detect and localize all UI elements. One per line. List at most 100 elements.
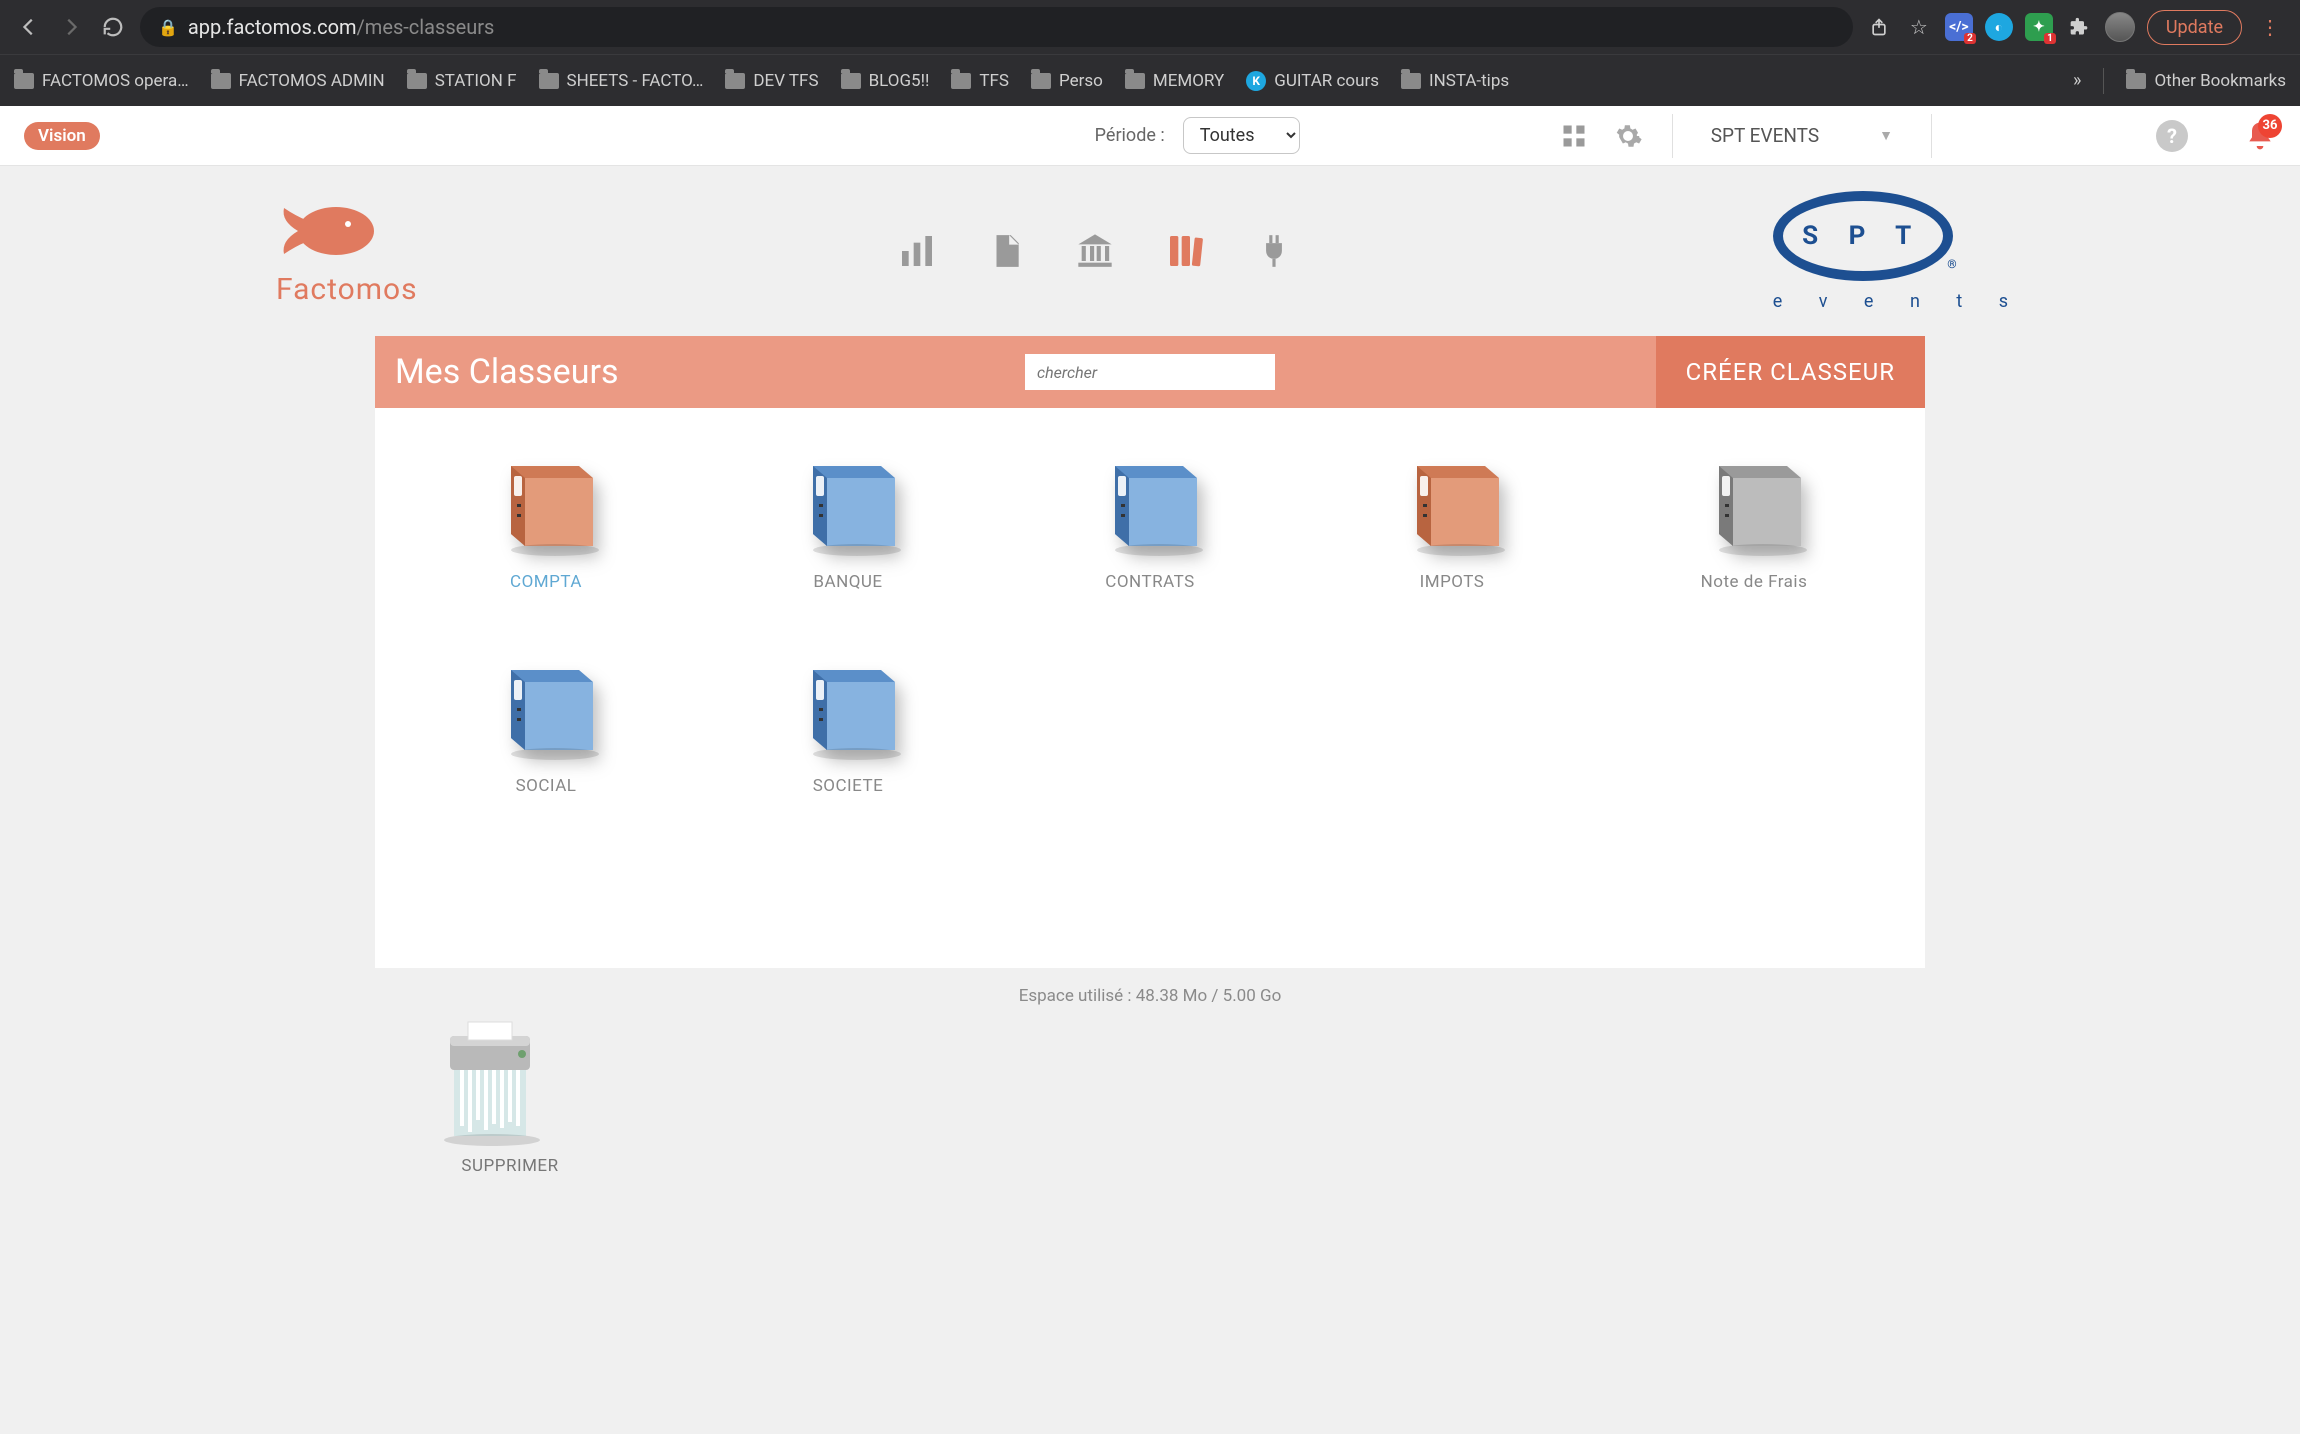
binder-label: SOCIAL — [516, 776, 577, 796]
other-bookmarks-label: Other Bookmarks — [2154, 71, 2286, 91]
lock-icon: 🔒 — [158, 18, 178, 37]
periode-label: Période : — [1095, 125, 1165, 146]
folder-icon — [1401, 73, 1421, 89]
trash-button[interactable]: SUPPRIMER — [430, 1016, 590, 1176]
folder-icon — [2126, 73, 2146, 89]
bookmark-label: INSTA-tips — [1429, 71, 1509, 91]
storage-usage: Espace utilisé : 48.38 Mo / 5.00 Go — [375, 986, 1925, 1006]
folder-icon — [14, 73, 34, 89]
binder-item[interactable]: COMPTA — [415, 448, 677, 592]
back-button[interactable] — [14, 12, 44, 42]
binder-label: IMPOTS — [1420, 572, 1485, 592]
nav-document-icon[interactable] — [987, 232, 1025, 270]
nav-bank-icon[interactable] — [1075, 231, 1115, 271]
account-name: SPT EVENTS — [1711, 124, 1819, 147]
binder-label: SOCIETE — [813, 776, 884, 796]
url-host: app.factomos.com — [188, 15, 357, 39]
extension-icon[interactable]: </>2 — [1945, 13, 1973, 41]
module: Mes Classeurs CRÉER CLASSEUR COMPTA BANQ… — [375, 336, 1925, 1176]
binder-item[interactable]: SOCIETE — [717, 652, 979, 796]
bookmark-label: FACTOMOS ADMIN — [239, 71, 385, 91]
bookmark-item[interactable]: K GUITAR cours — [1246, 71, 1379, 91]
client-logo[interactable]: S P T® e v e n t s — [1773, 191, 2024, 312]
bookmark-item[interactable]: STATION F — [407, 71, 517, 91]
nav-stats-icon[interactable] — [897, 231, 937, 271]
folder-icon — [951, 73, 971, 89]
module-body: COMPTA BANQUE CONTRATS IMPOTS Note de Fr… — [375, 408, 1925, 968]
binder-item[interactable]: SOCIAL — [415, 652, 677, 796]
bookmark-item[interactable]: BLOG5!! — [841, 71, 930, 91]
binder-item[interactable]: BANQUE — [717, 448, 979, 592]
folder-icon — [841, 73, 861, 89]
browser-chrome: 🔒 app.factomos.com/mes-classeurs ☆ </>2 … — [0, 0, 2300, 106]
gear-icon[interactable] — [1610, 118, 1646, 154]
binder-item[interactable]: CONTRATS — [1019, 448, 1281, 592]
periode-select[interactable]: Toutes — [1183, 117, 1300, 154]
folder-icon — [407, 73, 427, 89]
factomos-wordmark: Factomos — [276, 272, 418, 307]
bookmark-label: TFS — [979, 71, 1009, 91]
bookmark-item[interactable]: DEV TFS — [725, 71, 818, 91]
nav-binders-icon[interactable] — [1165, 231, 1205, 271]
search-input[interactable] — [1025, 354, 1275, 390]
folder-icon — [211, 73, 231, 89]
notification-badge: 36 — [2258, 114, 2282, 138]
bookmark-label: BLOG5!! — [869, 71, 930, 91]
bookmark-label: FACTOMOS opera… — [42, 71, 189, 91]
bookmarks-overflow[interactable]: » — [2073, 70, 2081, 91]
bookmark-label: DEV TFS — [753, 71, 818, 91]
extension-icon[interactable]: ◐ — [1985, 13, 2013, 41]
bookmark-item[interactable]: INSTA-tips — [1401, 71, 1509, 91]
factomos-logo[interactable]: Factomos — [276, 196, 418, 307]
vision-pill[interactable]: Vision — [24, 122, 100, 150]
app-topbar: Vision Période : Toutes SPT EVENTS ▼ ? 3… — [0, 106, 2300, 166]
profile-avatar[interactable] — [2105, 12, 2135, 42]
folder-icon — [725, 73, 745, 89]
binder-label: CONTRATS — [1105, 572, 1194, 592]
bookmark-label: STATION F — [435, 71, 517, 91]
share-icon[interactable] — [1865, 13, 1893, 41]
bookmark-item[interactable]: FACTOMOS opera… — [14, 71, 189, 91]
address-bar[interactable]: 🔒 app.factomos.com/mes-classeurs — [140, 7, 1853, 47]
star-icon[interactable]: ☆ — [1905, 13, 1933, 41]
bookmark-item[interactable]: SHEETS - FACTO… — [539, 71, 704, 91]
client-logo-sub: e v e n t s — [1773, 291, 2024, 312]
bookmark-label: MEMORY — [1153, 71, 1224, 91]
url-path: /mes-classeurs — [357, 15, 495, 39]
client-logo-text: S P T — [1802, 221, 1923, 251]
page-title: Mes Classeurs — [375, 352, 1025, 392]
extensions-icon[interactable] — [2065, 13, 2093, 41]
bookmark-label: SHEETS - FACTO… — [567, 71, 704, 91]
binder-label: BANQUE — [813, 572, 882, 592]
binder-item[interactable]: Note de Frais — [1623, 448, 1885, 592]
module-header: Mes Classeurs CRÉER CLASSEUR — [375, 336, 1925, 408]
site-icon: K — [1246, 71, 1266, 91]
folder-icon — [1125, 73, 1145, 89]
notifications-button[interactable]: 36 — [2244, 120, 2276, 152]
update-button[interactable]: Update — [2147, 10, 2242, 45]
bookmark-item[interactable]: Perso — [1031, 71, 1103, 91]
folder-icon — [539, 73, 559, 89]
binder-item[interactable]: IMPOTS — [1321, 448, 1583, 592]
apps-icon[interactable] — [1556, 118, 1592, 154]
folder-icon — [1031, 73, 1051, 89]
shredder-icon — [430, 1016, 550, 1146]
menu-icon[interactable]: ⋮ — [2254, 15, 2286, 39]
trash-label: SUPPRIMER — [430, 1156, 590, 1176]
bookmark-item[interactable]: MEMORY — [1125, 71, 1224, 91]
bookmark-item[interactable]: TFS — [951, 71, 1009, 91]
nav-plug-icon[interactable] — [1255, 232, 1293, 270]
account-dropdown[interactable]: SPT EVENTS ▼ — [1699, 124, 1905, 147]
create-binder-button[interactable]: CRÉER CLASSEUR — [1656, 336, 1925, 408]
bookmark-label: GUITAR cours — [1274, 71, 1379, 91]
binder-label: COMPTA — [510, 572, 582, 592]
main-nav — [897, 231, 1293, 271]
reload-button[interactable] — [98, 12, 128, 42]
other-bookmarks[interactable]: Other Bookmarks — [2126, 71, 2286, 91]
bookmarks-bar: FACTOMOS opera… FACTOMOS ADMIN STATION F SH… — [0, 54, 2300, 106]
help-icon[interactable]: ? — [2156, 120, 2188, 152]
bookmark-item[interactable]: FACTOMOS ADMIN — [211, 71, 385, 91]
forward-button[interactable] — [56, 12, 86, 42]
extension-icon[interactable]: ✦1 — [2025, 13, 2053, 41]
brand-strip: Factomos S P T® e v e n t s — [0, 166, 2300, 336]
